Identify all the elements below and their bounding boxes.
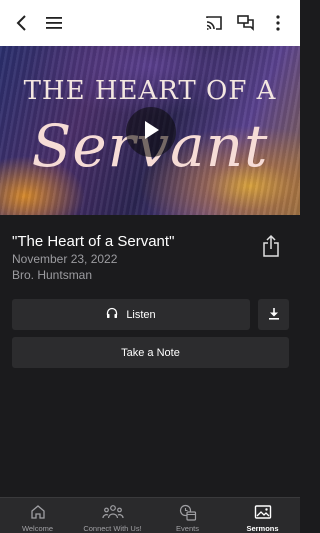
more-vert-icon[interactable]: [266, 0, 290, 46]
top-app-bar: [0, 0, 300, 46]
nav-label-welcome: Welcome: [21, 524, 54, 533]
take-a-note-label: Take a Note: [121, 346, 180, 359]
sermon-speaker: Bro. Huntsman: [12, 268, 93, 282]
home-icon: [30, 503, 46, 521]
download-button[interactable]: [258, 299, 289, 330]
image-icon: [254, 503, 272, 521]
people-icon: [101, 503, 124, 521]
sermon-artwork[interactable]: The Heart of a Servant: [0, 46, 300, 215]
chat-icon[interactable]: [232, 0, 260, 46]
download-icon: [268, 307, 280, 323]
headphones-icon: [106, 307, 126, 322]
play-button[interactable]: [126, 107, 176, 157]
listen-button[interactable]: Listen: [12, 299, 250, 330]
listen-label: Listen: [126, 308, 156, 321]
artwork-title-text: The Heart of a: [23, 76, 277, 106]
nav-label-connect: Connect With Us!: [83, 524, 142, 533]
nav-item-welcome[interactable]: Welcome: [0, 498, 75, 533]
cast-icon[interactable]: [200, 0, 228, 46]
back-arrow-icon[interactable]: [8, 0, 36, 46]
events-icon: [179, 503, 197, 521]
nav-label-events: Events: [176, 524, 199, 533]
nav-item-events[interactable]: Events: [150, 498, 225, 533]
share-icon[interactable]: [261, 234, 281, 258]
play-icon: [142, 120, 160, 145]
bottom-navigation: Welcome Connect With Us! Events Sermons: [0, 497, 300, 533]
sermon-date: November 23, 2022: [12, 252, 118, 266]
take-a-note-button[interactable]: Take a Note: [12, 337, 289, 368]
nav-label-sermons: Sermons: [246, 524, 279, 533]
nav-item-connect[interactable]: Connect With Us!: [75, 498, 150, 533]
sermon-title: "The Heart of a Servant": [12, 233, 175, 250]
nav-item-sermons[interactable]: Sermons: [225, 498, 300, 533]
menu-icon[interactable]: [40, 0, 68, 46]
